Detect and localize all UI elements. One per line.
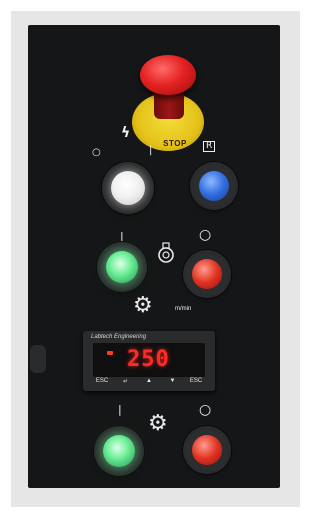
status-led — [107, 351, 113, 355]
on-symbol-2: | — [120, 230, 124, 243]
off-ring-symbol: ○ — [199, 227, 212, 243]
red-cap — [192, 259, 222, 289]
gear-icon: ⚙ — [133, 293, 153, 318]
speed-gear-icon: ⚙ — [148, 411, 168, 436]
red-cap-2 — [192, 435, 222, 465]
emergency-stop-button[interactable] — [140, 55, 196, 95]
controller-brand: Labtech Engineering — [91, 334, 147, 340]
motor-start-button[interactable] — [100, 245, 144, 289]
key-up[interactable]: ▲ — [140, 378, 158, 388]
off-symbol: ○ — [92, 147, 101, 158]
speed-unit-label: m/min — [175, 306, 192, 312]
on-symbol: | — [149, 145, 153, 156]
estop-label: STOP — [163, 139, 187, 148]
lightning-icon: ϟ — [121, 125, 131, 141]
key-enter[interactable]: ↵ — [117, 378, 135, 388]
speed-controller: Labtech Engineering 250 ESC ↵ ▲ ▼ ESC — [83, 331, 215, 391]
green-lamp-2 — [103, 435, 135, 467]
speed-stop-button[interactable] — [186, 429, 228, 471]
green-lamp — [106, 251, 138, 283]
photo-frame: STOP ○ ϟ | R | ○ ⚙ m/min Labtech Enginee… — [0, 0, 311, 518]
reset-symbol: R — [203, 141, 216, 152]
motor-stop-button[interactable] — [186, 253, 228, 295]
speed-start-button[interactable] — [97, 429, 141, 473]
power-lamp-button[interactable] — [105, 165, 151, 211]
control-panel: STOP ○ ϟ | R | ○ ⚙ m/min Labtech Enginee… — [28, 25, 280, 488]
speed-readout: 250 — [127, 347, 170, 372]
white-lamp — [111, 171, 145, 205]
motor-icon — [158, 242, 174, 263]
off-ring-symbol-2: ○ — [199, 402, 212, 418]
on-symbol-3: | — [118, 403, 122, 416]
key-down[interactable]: ▼ — [164, 378, 182, 388]
key-esc-2[interactable]: ESC — [187, 378, 205, 388]
controller-screen: 250 — [93, 343, 205, 377]
controller-keypad: ESC ↵ ▲ ▼ ESC — [93, 378, 205, 388]
reset-button[interactable] — [193, 165, 235, 207]
blue-cap — [199, 171, 229, 201]
side-connector — [30, 345, 46, 373]
key-esc[interactable]: ESC — [93, 378, 111, 388]
